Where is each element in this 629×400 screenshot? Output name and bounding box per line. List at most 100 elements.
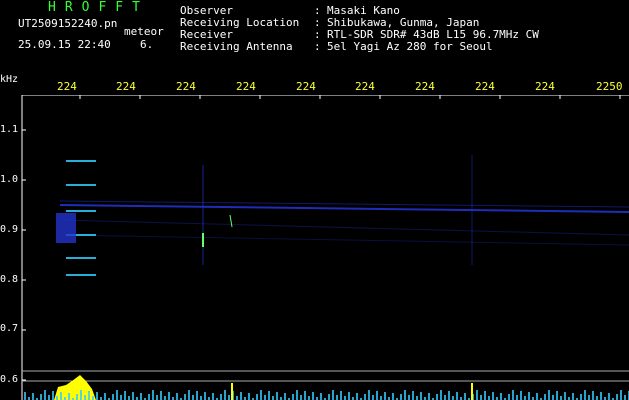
signal-bar bbox=[248, 393, 250, 400]
event-type-label: meteor bbox=[124, 25, 164, 38]
time-tick-label: 224 bbox=[355, 80, 375, 93]
signal-bar bbox=[284, 393, 286, 400]
signal-bar bbox=[596, 396, 598, 400]
signal-bar bbox=[364, 394, 366, 400]
signal-bar bbox=[400, 394, 402, 400]
signal-bar bbox=[272, 396, 274, 400]
signal-bar bbox=[236, 396, 238, 400]
signal-bar bbox=[320, 393, 322, 400]
time-tick-label: 224 bbox=[475, 80, 495, 93]
signal-bar bbox=[196, 391, 198, 400]
signal-bar bbox=[500, 393, 502, 400]
signal-bar bbox=[76, 394, 78, 400]
signal-bar bbox=[464, 393, 466, 400]
signal-bar bbox=[260, 390, 262, 400]
signal-bar bbox=[304, 391, 306, 400]
signal-bar bbox=[148, 394, 150, 400]
signal-bar bbox=[544, 394, 546, 400]
time-tick-label: 224 bbox=[57, 80, 77, 93]
signal-bar bbox=[120, 395, 122, 400]
signal-bar bbox=[416, 396, 418, 400]
signal-bar bbox=[572, 393, 574, 400]
x-tick-marks bbox=[79, 95, 621, 99]
signal-bar bbox=[408, 395, 410, 400]
y-tick-marks bbox=[22, 129, 26, 381]
signal-bar bbox=[312, 392, 314, 400]
signal-bar bbox=[92, 396, 94, 400]
echo-head bbox=[56, 213, 76, 243]
time-tick-label: 224 bbox=[535, 80, 555, 93]
signal-bar bbox=[156, 395, 158, 400]
signal-bar bbox=[128, 396, 130, 400]
signal-bar bbox=[624, 395, 626, 400]
signal-bar bbox=[52, 391, 54, 400]
signal-bar bbox=[392, 393, 394, 400]
signal-bar bbox=[492, 392, 494, 400]
signal-bar bbox=[40, 394, 42, 400]
signal-bar bbox=[608, 393, 610, 400]
signal-bar bbox=[536, 393, 538, 400]
signal-bar bbox=[452, 396, 454, 400]
signal-bar bbox=[484, 391, 486, 400]
trace-line bbox=[59, 234, 629, 246]
signal-bar bbox=[212, 393, 214, 400]
file-name: UT2509152240.pn bbox=[18, 17, 118, 30]
signal-bar bbox=[344, 396, 346, 400]
signal-bar bbox=[164, 396, 166, 400]
signal-bar bbox=[556, 391, 558, 400]
antenna-label: Receiving Antenna bbox=[180, 40, 293, 53]
signal-bar bbox=[308, 396, 310, 400]
signal-bar bbox=[588, 395, 590, 400]
signal-bar bbox=[436, 394, 438, 400]
signal-bar bbox=[348, 392, 350, 400]
signal-bar bbox=[508, 394, 510, 400]
timestamp: 25.09.15 22:40 bbox=[18, 38, 111, 51]
signal-bar bbox=[600, 392, 602, 400]
y-axis-unit: kHz bbox=[0, 74, 19, 85]
signal-bar bbox=[240, 392, 242, 400]
signal-bar bbox=[552, 395, 554, 400]
signal-bar bbox=[32, 393, 34, 400]
signal-bar bbox=[264, 395, 266, 400]
signal-bar bbox=[104, 393, 106, 400]
signal-bar bbox=[332, 390, 334, 400]
time-tick-label: 224 bbox=[116, 80, 136, 93]
signal-bar bbox=[448, 391, 450, 400]
time-tick-label: 224 bbox=[236, 80, 256, 93]
signal-bar bbox=[188, 390, 190, 400]
signal-bar bbox=[88, 391, 90, 400]
signal-bar bbox=[520, 391, 522, 400]
signal-bar bbox=[132, 392, 134, 400]
signal-bar bbox=[300, 395, 302, 400]
signal-bar bbox=[524, 396, 526, 400]
signal-bar bbox=[56, 396, 58, 400]
signal-bar bbox=[152, 390, 154, 400]
signal-bar bbox=[512, 390, 514, 400]
signal-bar bbox=[404, 390, 406, 400]
time-tick-label: 2250 bbox=[596, 80, 623, 93]
signal-bar bbox=[548, 390, 550, 400]
trace-line bbox=[59, 219, 629, 236]
signal-bar bbox=[580, 394, 582, 400]
signal-bar bbox=[176, 393, 178, 400]
signal-bar bbox=[528, 392, 530, 400]
signal-bar bbox=[24, 392, 26, 400]
signal-bar bbox=[204, 392, 206, 400]
signal-bar bbox=[168, 392, 170, 400]
antenna-value: 5el Yagi Az 280 for Seoul bbox=[327, 40, 493, 53]
echo-streak bbox=[229, 214, 233, 228]
signal-bar bbox=[592, 391, 594, 400]
signal-bar bbox=[560, 396, 562, 400]
signal-bar bbox=[96, 392, 98, 400]
time-tick-label: 224 bbox=[296, 80, 316, 93]
signal-bar bbox=[116, 390, 118, 400]
signal-bar bbox=[292, 394, 294, 400]
signal-bar bbox=[276, 392, 278, 400]
carrier-trace bbox=[59, 155, 629, 265]
signal-bar bbox=[380, 396, 382, 400]
signal-level-bars bbox=[24, 375, 629, 400]
signal-bar bbox=[456, 392, 458, 400]
signal-bar bbox=[516, 395, 518, 400]
signal-bar bbox=[616, 394, 618, 400]
signal-bar bbox=[68, 393, 70, 400]
